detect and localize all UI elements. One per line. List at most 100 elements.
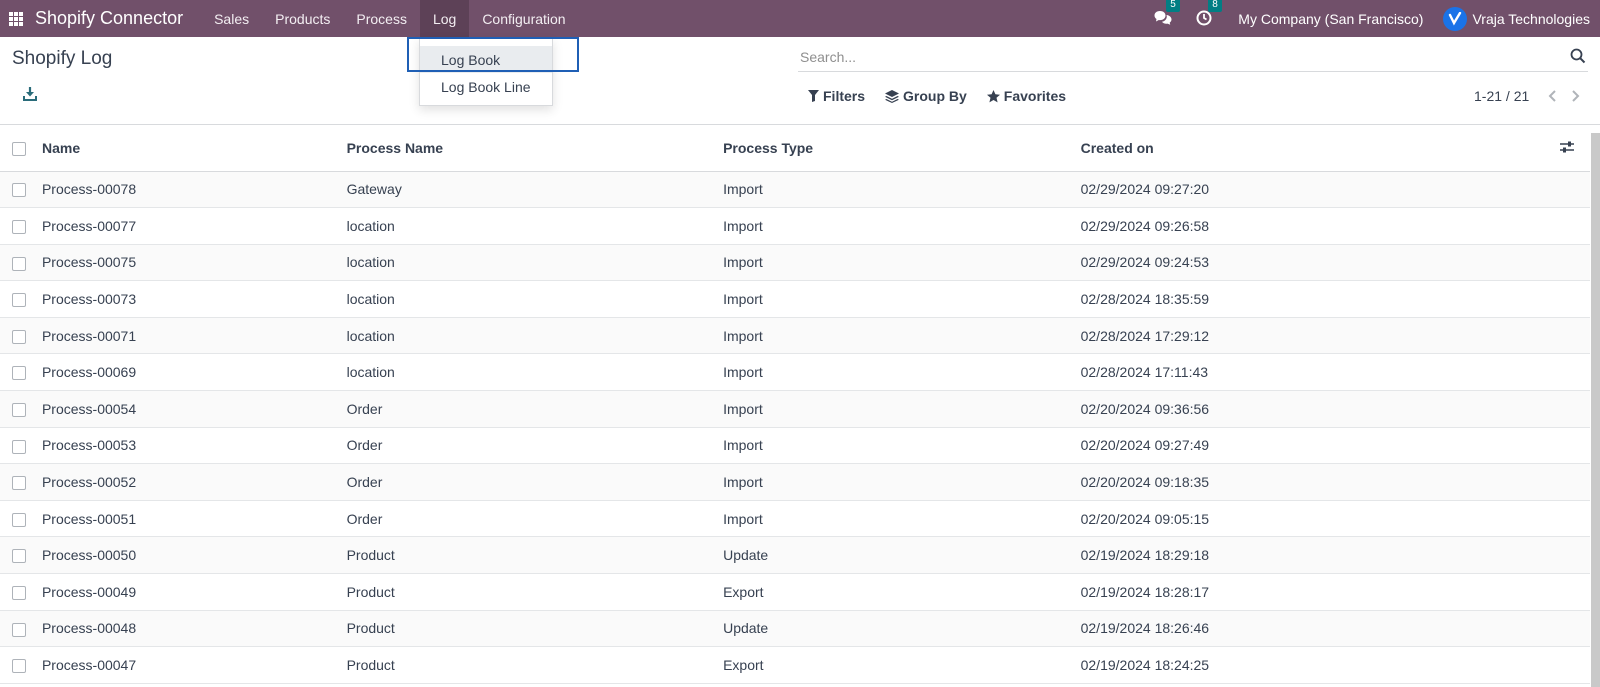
cell-name: Process-00047 xyxy=(41,646,347,684)
cell-created-on: 02/29/2024 09:24:53 xyxy=(1080,244,1560,282)
cell-process-type: Import xyxy=(723,353,1081,392)
cell-process-type: Import xyxy=(723,317,1081,355)
column-header-process-type[interactable]: Process Type xyxy=(723,125,1081,172)
row-checkbox[interactable] xyxy=(12,329,26,344)
favorites-button[interactable]: Favorites xyxy=(986,88,1067,104)
filters-label: Filters xyxy=(823,88,866,104)
cell-process-type: Update xyxy=(723,610,1081,648)
table-row[interactable]: Process-00053 Order Import 02/20/2024 09:27… xyxy=(0,427,1590,465)
cell-process-name: Order xyxy=(346,390,724,428)
table-row[interactable]: Process-00077 location Import 02/29/2024 09… xyxy=(0,207,1590,245)
row-checkbox[interactable] xyxy=(12,183,26,198)
activities-button[interactable]: 8 xyxy=(1196,0,1222,28)
cell-name: Process-00050 xyxy=(41,536,347,575)
scrollbar-thumb[interactable] xyxy=(1591,133,1600,687)
row-checkbox[interactable] xyxy=(12,476,26,491)
menu-log[interactable]: Log xyxy=(419,0,470,37)
column-header-created-on[interactable]: Created on xyxy=(1080,125,1560,172)
cell-created-on: 02/28/2024 17:29:12 xyxy=(1080,317,1560,355)
cell-process-name: Product xyxy=(346,610,724,648)
pager-value[interactable]: 1-21 / 21 xyxy=(1474,88,1529,104)
cell-created-on: 02/29/2024 09:26:58 xyxy=(1080,207,1560,245)
app-title[interactable]: Shopify Connector xyxy=(35,8,183,29)
favorites-label: Favorites xyxy=(1003,88,1067,104)
download-icon[interactable] xyxy=(22,86,38,102)
cell-process-name: location xyxy=(346,244,724,282)
star-icon xyxy=(986,89,1000,102)
optional-columns-icon[interactable] xyxy=(1559,141,1574,153)
layers-icon xyxy=(885,89,900,103)
cell-name: Process-00052 xyxy=(41,463,347,501)
chevron-left-icon[interactable] xyxy=(1547,89,1559,103)
cell-created-on: 02/20/2024 09:18:35 xyxy=(1080,463,1560,501)
cell-created-on: 02/29/2024 09:27:20 xyxy=(1080,171,1560,209)
column-header-process-name[interactable]: Process Name xyxy=(346,125,724,172)
cell-created-on: 02/28/2024 17:11:43 xyxy=(1080,353,1560,392)
cell-process-type: Import xyxy=(723,207,1081,245)
list-view: Name Process Name Process Type Created o… xyxy=(0,124,1600,687)
log-table: Name Process Name Process Type Created o… xyxy=(0,125,1590,684)
table-row[interactable]: Process-00047 Product Export 02/19/2024 18:… xyxy=(0,646,1590,684)
table-row[interactable]: Process-00049 Product Export 02/19/2024 18:… xyxy=(0,573,1590,611)
row-checkbox[interactable] xyxy=(12,659,26,674)
row-checkbox[interactable] xyxy=(12,585,26,600)
table-row[interactable]: Process-00071 location Import 02/28/2024 17… xyxy=(0,317,1590,355)
chevron-right-icon[interactable] xyxy=(1569,89,1581,103)
select-all-checkbox[interactable] xyxy=(12,141,26,156)
cell-process-name: Order xyxy=(346,500,724,538)
table-row[interactable]: Process-00048 Product Update 02/19/2024 18:… xyxy=(0,610,1590,648)
row-checkbox[interactable] xyxy=(12,220,26,235)
table-row[interactable]: Process-00054 Order Import 02/20/2024 09:36… xyxy=(0,390,1590,428)
company-switcher[interactable]: My Company (San Francisco) xyxy=(1238,11,1423,27)
table-row[interactable]: Process-00073 location Import 02/28/2024 18… xyxy=(0,280,1590,318)
table-row[interactable]: Process-00069 location Import 02/28/2024 17… xyxy=(0,353,1590,392)
row-checkbox[interactable] xyxy=(12,439,26,454)
cell-created-on: 02/19/2024 18:26:46 xyxy=(1080,610,1560,648)
menu-sales[interactable]: Sales xyxy=(201,0,262,37)
cell-created-on: 02/28/2024 18:35:59 xyxy=(1080,280,1560,318)
cell-process-name: Gateway xyxy=(346,171,724,209)
user-avatar[interactable] xyxy=(1443,6,1468,31)
filters-button[interactable]: Filters xyxy=(808,88,865,104)
cell-process-name: location xyxy=(346,207,724,245)
cell-process-type: Import xyxy=(723,500,1081,538)
activities-count-badge: 8 xyxy=(1208,0,1222,12)
search-options: Filters Group By Favorites xyxy=(808,88,1086,104)
row-checkbox[interactable] xyxy=(12,512,26,527)
table-row[interactable]: Process-00051 Order Import 02/20/2024 09:05… xyxy=(0,500,1590,538)
row-checkbox[interactable] xyxy=(12,403,26,417)
dropdown-item-log-book-line[interactable]: Log Book Line xyxy=(420,73,552,100)
table-row[interactable]: Process-00050 Product Update 02/19/2024 18:… xyxy=(0,536,1590,575)
cell-created-on: 02/19/2024 18:29:18 xyxy=(1080,536,1560,575)
row-checkbox[interactable] xyxy=(12,622,26,637)
page-title: Shopify Log xyxy=(12,48,113,69)
cell-name: Process-00069 xyxy=(41,353,347,392)
messages-button[interactable]: 5 xyxy=(1154,0,1180,28)
apps-grid-icon[interactable] xyxy=(9,11,23,26)
search-input[interactable] xyxy=(798,44,1538,70)
cell-name: Process-00053 xyxy=(41,427,347,465)
menu-configuration[interactable]: Configuration xyxy=(469,0,578,37)
cell-process-type: Import xyxy=(723,427,1081,465)
cell-created-on: 02/20/2024 09:27:49 xyxy=(1080,427,1560,465)
search-icon[interactable] xyxy=(1570,48,1586,64)
table-row[interactable]: Process-00078 Gateway Import 02/29/2024 09:… xyxy=(0,171,1590,209)
user-menu[interactable]: Vraja Technologies xyxy=(1472,11,1590,27)
table-row[interactable]: Process-00052 Order Import 02/20/2024 09:18… xyxy=(0,463,1590,501)
row-checkbox[interactable] xyxy=(12,366,26,381)
row-checkbox[interactable] xyxy=(12,256,26,271)
row-checkbox[interactable] xyxy=(12,549,26,564)
group-by-label: Group By xyxy=(903,88,967,104)
cell-process-type: Export xyxy=(723,646,1081,684)
row-checkbox[interactable] xyxy=(12,293,26,308)
cell-process-name: Product xyxy=(346,536,724,575)
cell-process-name: location xyxy=(346,353,724,392)
table-row[interactable]: Process-00075 location Import 02/29/2024 09… xyxy=(0,244,1590,282)
group-by-button[interactable]: Group By xyxy=(885,88,967,104)
clock-icon xyxy=(1196,10,1212,25)
menu-products[interactable]: Products xyxy=(262,0,343,37)
menu-process[interactable]: Process xyxy=(343,0,420,37)
column-header-name[interactable]: Name xyxy=(41,125,347,172)
top-navbar: Shopify Connector Sales Products Process… xyxy=(0,0,1600,37)
cell-created-on: 02/20/2024 09:05:15 xyxy=(1080,500,1560,538)
